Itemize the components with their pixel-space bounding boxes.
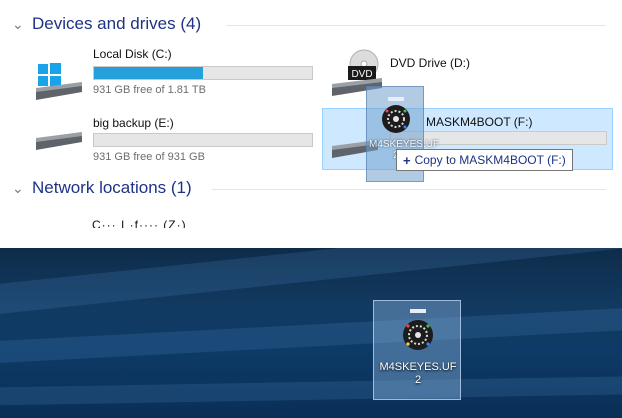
drive-label: DVD Drive (D:) (390, 56, 470, 70)
wallpaper-ray (0, 306, 622, 365)
network-locations-header[interactable]: ⌄ Network locations (1) (12, 176, 192, 200)
chevron-down-icon[interactable]: ⌄ (12, 16, 26, 33)
group-divider (226, 25, 606, 26)
drive-free-space: 931 GB free of 1.81 TB (93, 84, 206, 96)
uf2-file-icon (403, 309, 433, 350)
file-name-line2: 2 (414, 374, 422, 386)
devices-and-drives-header[interactable]: ⌄ Devices and drives (4) (12, 12, 201, 36)
capacity-bar (93, 66, 313, 80)
tooltip-text: Copy to MASKM4BOOT (F:) (414, 153, 566, 167)
copy-drop-tooltip: + Copy to MASKM4BOOT (F:) (396, 149, 573, 171)
capacity-bar (93, 133, 313, 147)
capacity-bar-fill (94, 67, 203, 79)
chevron-down-icon[interactable]: ⌄ (12, 180, 26, 197)
desktop-file-m4skeyes[interactable]: M4SKEYES.UF 2 (373, 300, 461, 400)
file-name-line1: M4SKEYES.UF (379, 361, 457, 373)
desktop-panel: M4SKEYES.UF 2 (0, 248, 622, 418)
plus-icon: + (403, 152, 411, 168)
wallpaper-ray (0, 375, 622, 406)
file-explorer-panel: ⌄ Devices and drives (4) Local Disk (C:)… (0, 0, 622, 228)
devices-header-label: Devices and drives (4) (32, 14, 202, 33)
drive-label: big backup (E:) (93, 116, 174, 130)
desktop-file-name: M4SKEYES.UF 2 (376, 361, 460, 387)
network-item-partial[interactable]: C··· I ·f···· (Z·) (92, 218, 187, 228)
windows-drive-icon (36, 63, 82, 100)
drive-free-space: 931 GB free of 931 GB (93, 151, 205, 163)
drive-label: Local Disk (C:) (93, 47, 172, 61)
drive-label: MASKM4BOOT (F:) (426, 115, 533, 129)
group-divider (212, 189, 606, 190)
network-header-label: Network locations (1) (32, 178, 192, 197)
uf2-file-icon (382, 97, 410, 133)
dvd-badge: DVD (351, 69, 372, 80)
hard-drive-icon (36, 132, 82, 150)
wallpaper-ray (0, 248, 622, 318)
